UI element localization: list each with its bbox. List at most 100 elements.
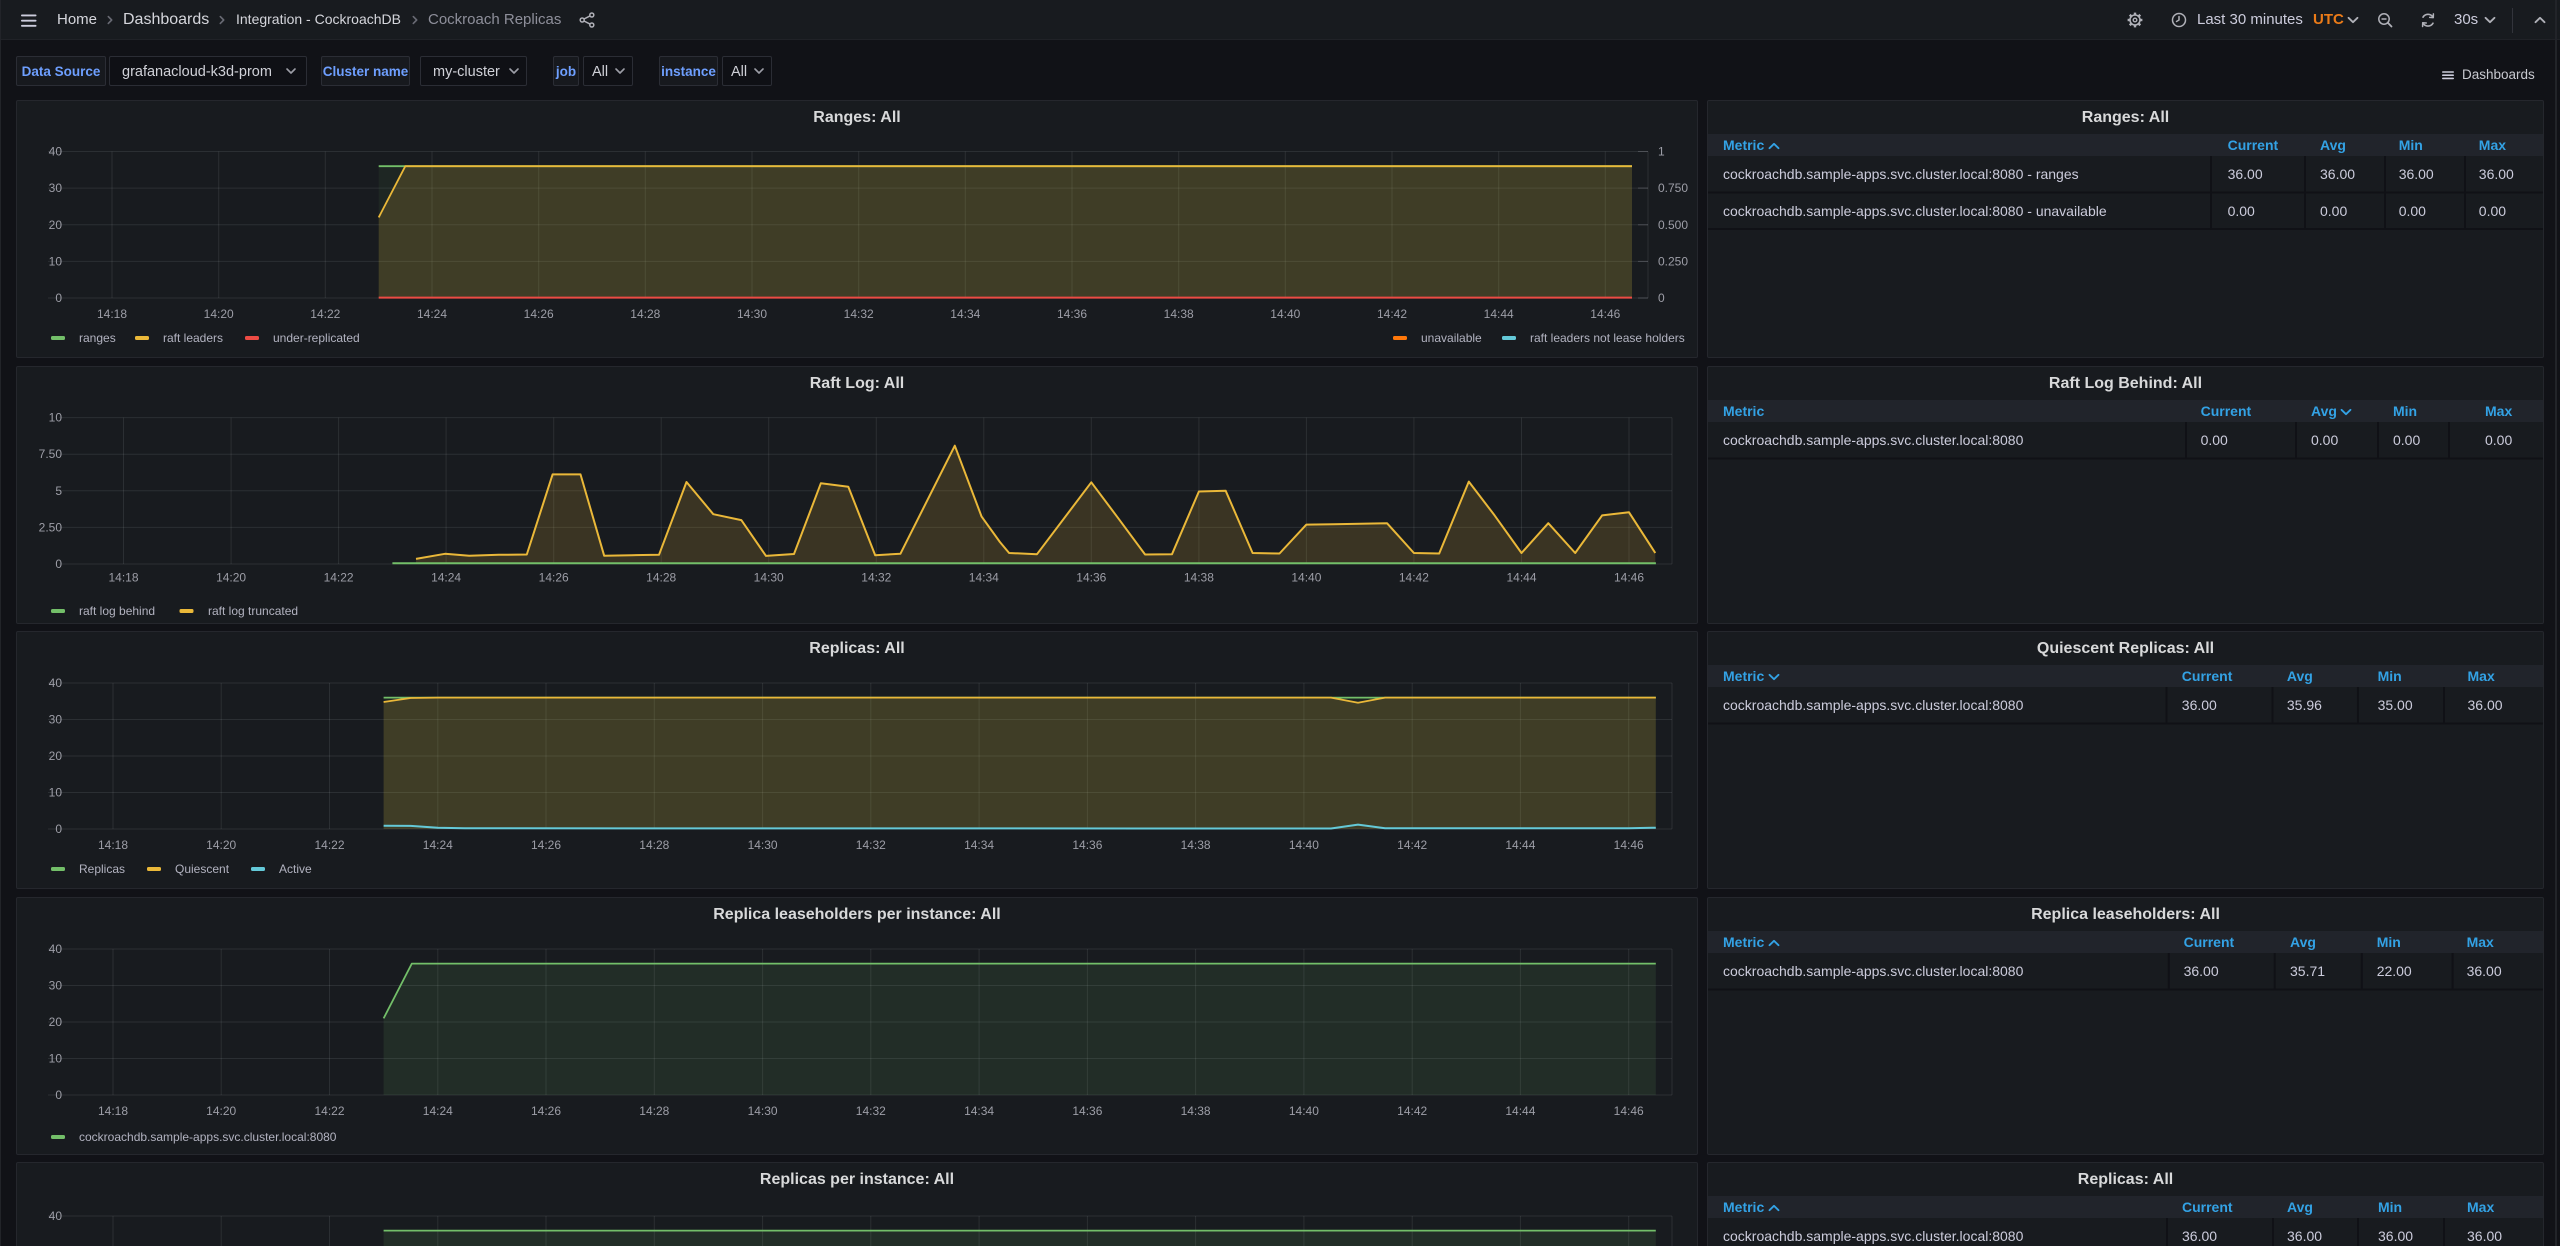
svg-text:36.00: 36.00 — [2228, 166, 2263, 182]
svg-text:5: 5 — [55, 484, 62, 498]
svg-text:14:32: 14:32 — [856, 1104, 886, 1118]
svg-text:14:46: 14:46 — [1614, 1104, 1644, 1118]
svg-text:14:46: 14:46 — [1614, 838, 1644, 852]
svg-text:40: 40 — [49, 942, 63, 956]
svg-text:14:32: 14:32 — [844, 307, 874, 321]
svg-text:14:22: 14:22 — [324, 571, 354, 585]
svg-text:0.00: 0.00 — [2228, 203, 2255, 219]
svg-text:14:32: 14:32 — [861, 571, 891, 585]
svg-text:14:18: 14:18 — [108, 571, 138, 585]
svg-text:14:40: 14:40 — [1289, 1104, 1319, 1118]
svg-text:0: 0 — [1658, 291, 1665, 305]
svg-text:30: 30 — [49, 713, 63, 727]
svg-text:14:42: 14:42 — [1397, 1104, 1427, 1118]
svg-text:raft log truncated: raft log truncated — [208, 604, 298, 618]
svg-text:20: 20 — [49, 749, 63, 763]
svg-text:14:46: 14:46 — [1590, 307, 1620, 321]
svg-text:14:42: 14:42 — [1399, 571, 1429, 585]
svg-text:10: 10 — [49, 1052, 63, 1066]
svg-text:raft leaders: raft leaders — [163, 331, 223, 345]
svg-text:14:20: 14:20 — [206, 838, 236, 852]
svg-text:14:34: 14:34 — [964, 1104, 994, 1118]
svg-text:Avg: Avg — [2287, 1199, 2313, 1215]
svg-text:35.71: 35.71 — [2290, 963, 2325, 979]
svg-text:Max: Max — [2467, 1199, 2494, 1215]
svg-text:0: 0 — [55, 1088, 62, 1102]
svg-text:40: 40 — [49, 1209, 63, 1223]
svg-text:36.00: 36.00 — [2467, 1228, 2502, 1244]
svg-text:0.00: 0.00 — [2479, 203, 2506, 219]
svg-text:14:36: 14:36 — [1057, 307, 1087, 321]
svg-text:14:34: 14:34 — [950, 307, 980, 321]
svg-text:14:38: 14:38 — [1181, 838, 1211, 852]
svg-text:14:36: 14:36 — [1072, 838, 1102, 852]
svg-text:Metric: Metric — [1723, 934, 1764, 950]
svg-text:under-replicated: under-replicated — [273, 331, 360, 345]
svg-text:Max: Max — [2479, 137, 2506, 153]
svg-text:40: 40 — [49, 145, 63, 159]
svg-text:36.00: 36.00 — [2182, 1228, 2217, 1244]
svg-text:36.00: 36.00 — [2399, 166, 2434, 182]
svg-text:unavailable: unavailable — [1421, 331, 1482, 345]
svg-text:14:24: 14:24 — [423, 838, 453, 852]
svg-text:Min: Min — [2399, 137, 2423, 153]
svg-text:14:44: 14:44 — [1505, 838, 1535, 852]
svg-text:14:18: 14:18 — [97, 307, 127, 321]
svg-text:14:20: 14:20 — [206, 1104, 236, 1118]
svg-text:0.00: 0.00 — [2320, 203, 2347, 219]
svg-text:14:38: 14:38 — [1184, 571, 1214, 585]
svg-text:Current: Current — [2228, 137, 2279, 153]
svg-text:14:42: 14:42 — [1397, 838, 1427, 852]
svg-text:Min: Min — [2393, 403, 2417, 419]
svg-text:14:40: 14:40 — [1289, 838, 1319, 852]
svg-text:35.96: 35.96 — [2287, 697, 2322, 713]
svg-text:cockroachdb.sample-apps.svc.cl: cockroachdb.sample-apps.svc.cluster.loca… — [1723, 203, 2107, 219]
svg-text:14:36: 14:36 — [1076, 571, 1106, 585]
svg-text:36.00: 36.00 — [2479, 166, 2514, 182]
svg-text:36.00: 36.00 — [2468, 697, 2503, 713]
svg-text:0: 0 — [55, 557, 62, 571]
svg-text:Max: Max — [2468, 668, 2495, 684]
svg-text:14:28: 14:28 — [630, 307, 660, 321]
svg-text:14:24: 14:24 — [423, 1104, 453, 1118]
svg-text:14:46: 14:46 — [1614, 571, 1644, 585]
svg-text:36.00: 36.00 — [2184, 963, 2219, 979]
svg-text:Min: Min — [2378, 1199, 2402, 1215]
svg-text:14:24: 14:24 — [431, 571, 461, 585]
svg-text:14:26: 14:26 — [539, 571, 569, 585]
svg-text:14:26: 14:26 — [524, 307, 554, 321]
svg-text:Avg: Avg — [2320, 137, 2346, 153]
svg-text:14:28: 14:28 — [639, 838, 669, 852]
svg-text:14:30: 14:30 — [754, 571, 784, 585]
svg-text:14:26: 14:26 — [531, 838, 561, 852]
svg-text:14:40: 14:40 — [1270, 307, 1300, 321]
svg-text:0: 0 — [55, 291, 62, 305]
svg-text:ranges: ranges — [79, 331, 116, 345]
svg-text:14:36: 14:36 — [1072, 1104, 1102, 1118]
svg-text:14:22: 14:22 — [314, 838, 344, 852]
svg-text:14:40: 14:40 — [1291, 571, 1321, 585]
svg-text:40: 40 — [49, 676, 63, 690]
svg-text:raft leaders not lease holders: raft leaders not lease holders — [1530, 331, 1685, 345]
svg-text:Current: Current — [2184, 934, 2235, 950]
svg-text:cockroachdb.sample-apps.svc.cl: cockroachdb.sample-apps.svc.cluster.loca… — [1723, 166, 2079, 182]
svg-text:14:42: 14:42 — [1377, 307, 1407, 321]
svg-text:36.00: 36.00 — [2182, 697, 2217, 713]
svg-text:14:18: 14:18 — [98, 1104, 128, 1118]
svg-text:0: 0 — [55, 822, 62, 836]
svg-text:36.00: 36.00 — [2467, 963, 2502, 979]
svg-text:14:28: 14:28 — [639, 1104, 669, 1118]
svg-text:raft log behind: raft log behind — [79, 604, 155, 618]
svg-text:Metric: Metric — [1723, 1199, 1764, 1215]
svg-text:Avg: Avg — [2311, 403, 2337, 419]
svg-text:Metric: Metric — [1723, 403, 1764, 419]
svg-text:14:30: 14:30 — [737, 307, 767, 321]
svg-text:7.50: 7.50 — [39, 447, 63, 461]
svg-text:36.00: 36.00 — [2378, 1228, 2413, 1244]
svg-text:14:28: 14:28 — [646, 571, 676, 585]
svg-text:14:30: 14:30 — [748, 1104, 778, 1118]
svg-text:30: 30 — [49, 979, 63, 993]
svg-text:14:20: 14:20 — [204, 307, 234, 321]
svg-text:22.00: 22.00 — [2377, 963, 2412, 979]
svg-text:Current: Current — [2182, 668, 2233, 684]
